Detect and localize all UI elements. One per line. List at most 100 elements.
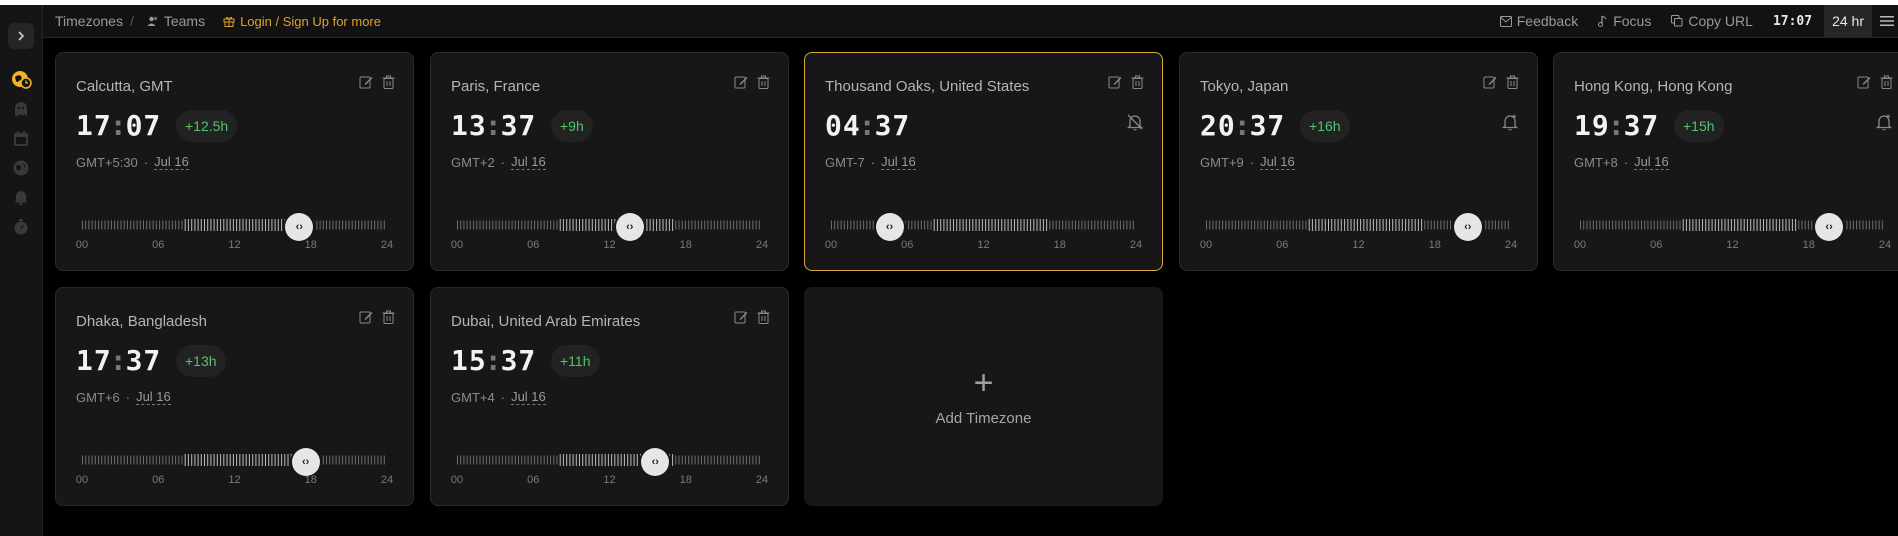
timezone-meta: GMT+9 · Jul 16 [1200, 154, 1295, 170]
edit-button[interactable] [1857, 75, 1871, 94]
hour-slider-handle[interactable]: ‹› [641, 448, 670, 476]
hour-slider-track[interactable] [457, 218, 762, 232]
hour-tick-label: 06 [1276, 239, 1289, 251]
hour-slider-track[interactable] [82, 453, 387, 467]
time-hours: 13 [451, 109, 487, 142]
sidebar-item-ghost[interactable] [7, 95, 35, 123]
timezone-card: Dhaka, Bangladesh 17:37 +13h GMT+6 · Jul… [55, 287, 414, 506]
login-signup-link[interactable]: Login / Sign Up for more [223, 14, 381, 29]
add-timezone-card[interactable]: + Add Timezone [804, 287, 1163, 506]
edit-icon [1857, 76, 1871, 89]
trash-icon [382, 310, 395, 324]
copy-url-button[interactable]: Copy URL [1671, 13, 1753, 29]
timer-icon [14, 219, 28, 235]
edit-icon [1108, 76, 1122, 89]
users-icon [147, 16, 158, 26]
focus-label: Focus [1613, 13, 1652, 29]
trash-icon [757, 310, 770, 324]
teams-link[interactable]: Teams [147, 13, 205, 29]
local-time: 20:37 [1200, 109, 1285, 142]
hour-slider-track[interactable] [457, 453, 762, 467]
feedback-button[interactable]: Feedback [1499, 13, 1579, 29]
time-minutes: 37 [500, 344, 537, 377]
alert-toggle[interactable] [1501, 113, 1519, 136]
trash-icon [382, 75, 395, 89]
time-difference-badge: +11h [551, 345, 600, 377]
hour-slider-handle[interactable]: ‹› [291, 448, 320, 476]
date-label[interactable]: Jul 16 [1634, 154, 1669, 170]
date-label[interactable]: Jul 16 [1260, 154, 1295, 170]
date-label[interactable]: Jul 16 [511, 389, 546, 405]
breadcrumb[interactable]: Timezones [55, 13, 123, 29]
edit-button[interactable] [359, 75, 373, 94]
time-hours: 20 [1200, 109, 1236, 142]
alert-toggle[interactable] [1126, 113, 1144, 136]
date-label[interactable]: Jul 16 [154, 154, 189, 170]
trash-icon [1131, 75, 1144, 89]
time-hours: 15 [451, 344, 487, 377]
sidebar-item-timer[interactable] [7, 213, 35, 241]
delete-button[interactable] [382, 75, 395, 94]
delete-button[interactable] [382, 310, 395, 329]
edit-button[interactable] [359, 310, 373, 329]
time-hours: 17 [76, 344, 112, 377]
hour-tick-label: 18 [1428, 239, 1441, 251]
timezone-meta: GMT-7 · Jul 16 [825, 154, 916, 170]
date-label[interactable]: Jul 16 [511, 154, 546, 170]
delete-button[interactable] [1880, 75, 1893, 94]
hour-tick-label: 24 [755, 239, 769, 251]
hour-tick-label: 24 [380, 474, 394, 486]
timezone-meta: GMT+8 · Jul 16 [1574, 154, 1669, 170]
delete-button[interactable] [1506, 75, 1519, 94]
edit-icon [734, 76, 748, 89]
delete-button[interactable] [757, 75, 770, 94]
calendar-icon [14, 131, 28, 146]
hour-slider-handle[interactable]: ‹› [1815, 213, 1844, 241]
local-time: 15:37 [451, 344, 536, 377]
sidebar-item-calendar[interactable] [7, 125, 35, 153]
feedback-label: Feedback [1516, 13, 1579, 29]
delete-button[interactable] [1131, 75, 1144, 94]
city-name: Dhaka, Bangladesh [76, 313, 207, 330]
sidebar-item-world[interactable] [7, 154, 35, 182]
gmt-offset: GMT+6 [76, 389, 120, 405]
card-actions [734, 310, 770, 329]
edit-button[interactable] [1108, 75, 1122, 94]
edit-button[interactable] [1483, 75, 1497, 94]
menu-button[interactable] [1880, 5, 1898, 37]
hour-tick-label: 00 [1573, 239, 1587, 251]
hour-format-toggle[interactable]: 24 hr [1824, 5, 1872, 37]
timezone-meta: GMT+4 · Jul 16 [451, 389, 546, 405]
timezone-meta: GMT+2 · Jul 16 [451, 154, 546, 170]
time-minutes: 37 [1623, 109, 1660, 142]
bell-off-icon [1126, 114, 1144, 131]
time-hours: 04 [825, 109, 861, 142]
date-label[interactable]: Jul 16 [881, 154, 916, 170]
hour-slider-handle[interactable]: ‹› [1453, 213, 1482, 241]
hour-tick-label: 12 [1352, 239, 1365, 251]
edit-button[interactable] [734, 75, 748, 94]
hour-slider-handle[interactable]: ‹› [615, 213, 644, 241]
alert-toggle[interactable] [1875, 113, 1893, 136]
hour-tick-label: 12 [977, 239, 990, 251]
edit-button[interactable] [734, 310, 748, 329]
focus-button[interactable]: Focus [1598, 13, 1651, 29]
hour-tick-label: 06 [152, 239, 165, 251]
hour-tick-label: 24 [1129, 239, 1143, 251]
card-actions [1857, 75, 1893, 94]
meta-separator: · [500, 154, 506, 170]
sidebar-item-alerts[interactable] [7, 183, 35, 211]
hour-slider-handle[interactable]: ‹› [875, 213, 904, 241]
hour-slider-track[interactable] [82, 218, 387, 232]
hour-tick-label: 12 [228, 474, 241, 486]
hour-tick-label: 18 [679, 239, 692, 251]
timezone-card: Thousand Oaks, United States 04:37 GMT-7… [804, 52, 1163, 271]
sidebar-expand-button[interactable] [8, 23, 34, 49]
date-label[interactable]: Jul 16 [136, 389, 171, 405]
sidebar-item-timezones[interactable] [7, 65, 35, 93]
delete-button[interactable] [757, 310, 770, 329]
gmt-offset: GMT+8 [1574, 154, 1618, 170]
bell-plus-icon [1875, 114, 1893, 131]
hour-slider-handle[interactable]: ‹› [285, 213, 314, 241]
local-time: 04:37 [825, 109, 910, 142]
